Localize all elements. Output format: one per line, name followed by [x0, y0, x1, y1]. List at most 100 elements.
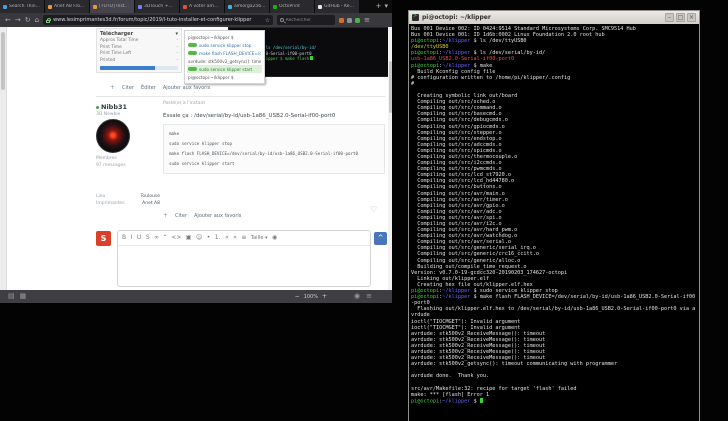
browser-tab[interactable]: OctoPrint	[270, 0, 315, 13]
action-link-ajouter-aux-favoris[interactable]: Ajouter aux favoris	[163, 85, 210, 91]
state-row: Printed -	[100, 58, 178, 65]
quote-plus-icon[interactable]: +	[110, 84, 115, 91]
author-name[interactable]: Nibb31	[101, 103, 127, 111]
terminal-prompt-path: ~/klipper	[442, 62, 471, 69]
print-progress-bar	[100, 66, 178, 70]
terminal-titlebar[interactable]: pi@octopi: ~/klipper –□×	[409, 11, 699, 24]
tab-favicon	[48, 4, 52, 9]
chevron-down-icon[interactable]: ▾	[175, 31, 178, 37]
editor-text-area[interactable]	[118, 246, 370, 286]
home-icon[interactable]: ⌂	[35, 16, 39, 24]
quote-icon[interactable]: “	[164, 235, 167, 241]
back-icon[interactable]: ←	[5, 16, 11, 24]
extension-icon[interactable]	[339, 17, 345, 23]
tab-title: Anet A8 Fro...	[54, 4, 85, 9]
editor-expand-button[interactable]: ^	[374, 232, 387, 245]
browser-tab[interactable]: 3DTouch +...	[135, 0, 180, 13]
action-link-citer[interactable]: Citer	[122, 85, 134, 91]
quote-plus-icon[interactable]: +	[163, 212, 168, 219]
terminal-line: pi@octopi:~/klipper $ make flash FLASH_D…	[411, 294, 697, 306]
numbered-list-icon[interactable]: 1.	[215, 235, 221, 241]
grid-icon[interactable]: ▦	[20, 293, 27, 300]
outdent-icon[interactable]: «	[225, 235, 229, 241]
terminal-text: Compiling out/src/basecmd.o	[411, 111, 502, 118]
action-link-ajouter-aux-favoris[interactable]: Ajouter aux favoris	[194, 213, 241, 219]
action-link-citer[interactable]: Citer	[175, 213, 187, 219]
tab-favicon	[138, 4, 142, 9]
more-icon[interactable]: ≡	[366, 293, 372, 300]
search-icon	[280, 18, 284, 22]
tab-favicon	[183, 4, 187, 9]
underline-icon[interactable]: U	[137, 235, 141, 241]
terminal-text: Compiling out/src/avr/adc.o	[411, 208, 502, 215]
post-timestamp[interactable]: Posté(e) à l'instant	[163, 101, 385, 106]
extension-icon[interactable]	[355, 17, 361, 23]
zoom-in-button[interactable]: +	[322, 293, 327, 300]
tab-title: OctoPrint	[279, 4, 300, 9]
new-tab-button[interactable]: +	[376, 3, 382, 10]
preview-icon[interactable]: ◉	[272, 235, 277, 241]
minimize-button[interactable]: –	[665, 13, 674, 22]
url-bar[interactable]: www.lesimprimantes3d.fr/forum/topic/2019…	[43, 15, 274, 25]
zoom-out-button[interactable]: −	[295, 293, 300, 300]
browser-tab[interactable]: A voter am...	[180, 0, 225, 13]
state-row-label: Printed	[100, 57, 116, 63]
terminal-command: $ sudo service klipper stop	[470, 288, 558, 295]
terminal-text: Compiling out/src/endstop.o	[411, 135, 502, 142]
page-scrollbar[interactable]	[388, 27, 392, 290]
font-size-label[interactable]: Taille ▾	[251, 235, 268, 241]
post-body-text: Essaie ça : /dev/serial/by-id/usb-1a86_U…	[163, 113, 336, 119]
bold-icon[interactable]: B	[122, 235, 126, 241]
menu-icon[interactable]: ≡	[364, 16, 370, 24]
tab-bar-extras: + ▾	[372, 0, 392, 13]
indent-icon[interactable]: »	[233, 235, 237, 241]
like-heart-icon[interactable]: ♡	[370, 205, 377, 214]
extension-icon[interactable]	[347, 17, 353, 23]
author-rank: 3D Newbie	[96, 112, 121, 117]
maximize-button[interactable]: □	[676, 13, 685, 22]
bookmark-star-icon[interactable]: ☆	[265, 17, 270, 24]
terminal-text: Bus 001 Device 002: ID 0424:9514 Standar…	[411, 26, 636, 32]
browser-status-bar: ▤ ▦ − 100% + ◉ ≡	[0, 290, 392, 303]
left-scrollbar[interactable]	[0, 27, 7, 290]
close-button[interactable]: ×	[687, 13, 696, 22]
terminal-text: Compiling out/src/command.o	[411, 105, 502, 112]
strikethrough-icon[interactable]: S	[146, 235, 150, 241]
terminal-text: Compiling out/src/avr/serial.o	[411, 239, 511, 246]
browser-tab[interactable]: Anet A8 Fro...	[45, 0, 90, 13]
code-line: sudo service klipper start	[169, 161, 235, 166]
code-line: sudo service klipper stop	[169, 141, 233, 146]
check-badge-icon	[188, 67, 197, 71]
camera-icon[interactable]: ◉	[354, 293, 360, 300]
tab-list-button[interactable]: ▾	[384, 3, 388, 10]
link-icon[interactable]: ∞	[154, 235, 159, 241]
code-popup-row: pi@octopi:~/klipper $	[187, 33, 262, 41]
left-scrollbar-thumb[interactable]	[1, 32, 5, 90]
terminal-body[interactable]: Bus 001 Device 002: ID 0424:9514 Standar…	[409, 24, 699, 421]
pages-icon[interactable]: ▤	[8, 293, 15, 300]
terminal-text: ioctl("TIOCMGET"): Invalid argument	[411, 318, 521, 325]
italic-icon[interactable]: I	[131, 235, 133, 241]
code-icon[interactable]: <>	[171, 235, 181, 241]
refresh-icon[interactable]: ↻	[25, 16, 31, 24]
emoji-icon[interactable]: ☺	[196, 235, 202, 241]
browser-tab[interactable]: Search Thin...	[0, 0, 45, 13]
terminal-text: Compiling out/src/avr/spi.o	[411, 214, 502, 221]
terminal-cursor	[479, 397, 483, 403]
browser-tab[interactable]: GitHub - Ke...	[315, 0, 360, 13]
bullet-list-icon[interactable]: •	[207, 235, 211, 241]
search-bar[interactable]: Rechercher	[277, 15, 336, 25]
author-avatar[interactable]	[96, 119, 130, 153]
forward-icon[interactable]: →	[15, 16, 21, 24]
browser-tab[interactable]: [TUTO] Inst...	[90, 0, 135, 13]
action-link--diter[interactable]: Éditer	[141, 85, 156, 91]
member-field-label: Imprimantes	[96, 201, 125, 206]
zoom-controls: − 100% +	[295, 293, 327, 300]
reply-editor[interactable]: B I U S ∞ “ <> ▣ ☺ • 1. « » ≡ Taille ▾ ◉	[117, 230, 371, 287]
terminal-text: Compiling out/src/avr/main.o	[411, 190, 505, 197]
page-scrollbar-thumb[interactable]	[388, 61, 392, 113]
align-icon[interactable]: ≡	[241, 235, 246, 241]
browser-tab[interactable]: almorga256...	[225, 0, 270, 13]
image-icon[interactable]: ▣	[186, 235, 192, 241]
terminal-text: Linking out/klipper.elf	[411, 275, 490, 282]
